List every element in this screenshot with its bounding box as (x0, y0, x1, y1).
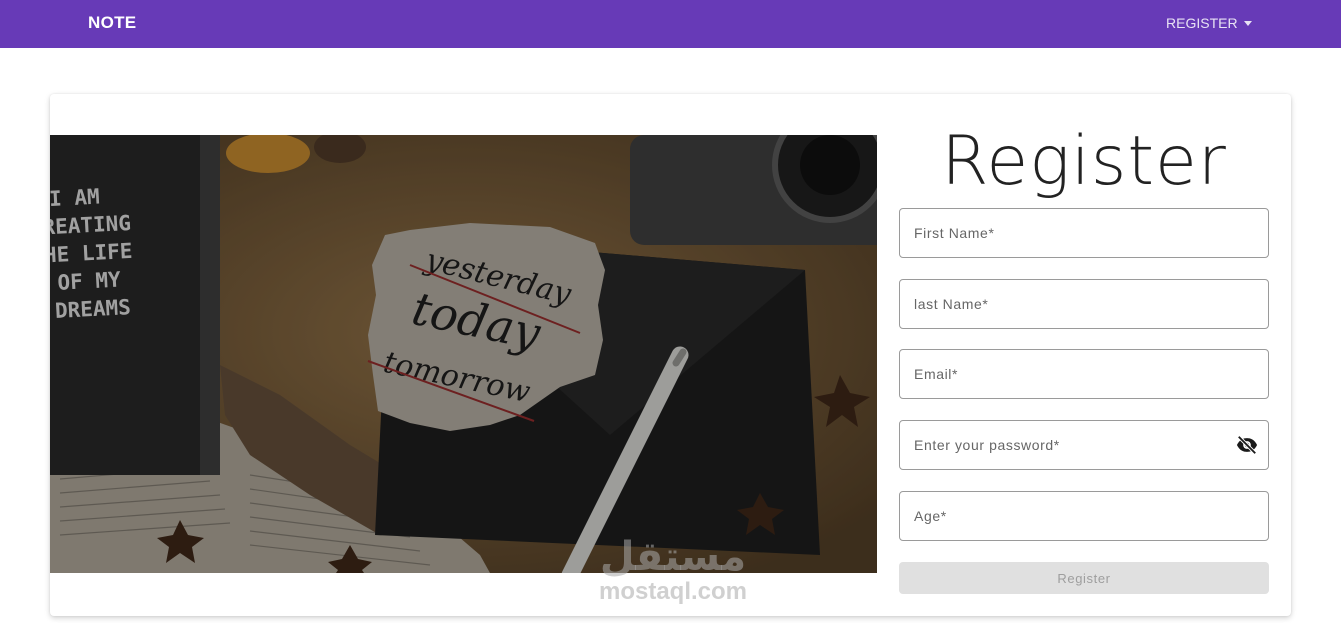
first-name-field[interactable] (899, 208, 1269, 258)
password-input[interactable] (914, 421, 1234, 469)
first-name-input[interactable] (914, 209, 1234, 257)
register-menu-dropdown[interactable]: REGISTER (1166, 15, 1252, 31)
eye-off-icon[interactable] (1236, 434, 1258, 456)
password-field[interactable] (899, 420, 1269, 470)
email-field[interactable] (899, 349, 1269, 399)
hero-image: I AM REATING HE LIFE OF MY DREAMS yester… (50, 135, 877, 573)
brand-logo[interactable]: NOTE (88, 13, 136, 33)
email-input[interactable] (914, 350, 1234, 398)
age-input[interactable] (914, 492, 1234, 540)
last-name-field[interactable] (899, 279, 1269, 329)
age-field[interactable] (899, 491, 1269, 541)
register-card: I AM REATING HE LIFE OF MY DREAMS yester… (50, 94, 1291, 616)
caret-down-icon (1243, 20, 1252, 26)
last-name-input[interactable] (914, 280, 1234, 328)
register-menu-label: REGISTER (1166, 15, 1238, 31)
register-submit-button[interactable]: Register (899, 562, 1269, 594)
top-navbar: NOTE REGISTER (0, 0, 1341, 48)
register-title: Register (941, 122, 1227, 201)
